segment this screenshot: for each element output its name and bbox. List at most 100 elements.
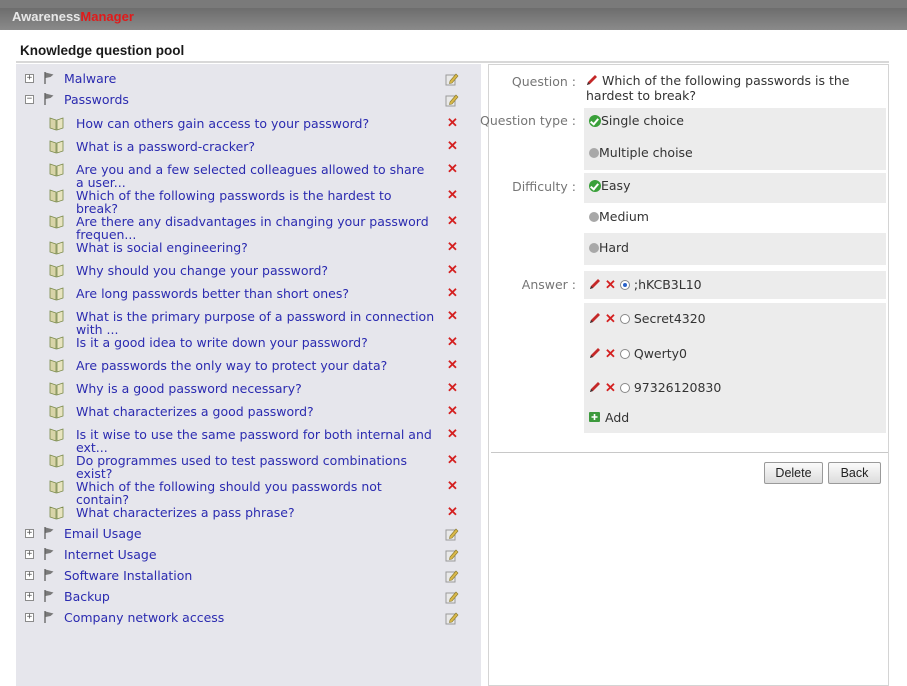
delete-question-icon[interactable]: ✕ bbox=[447, 262, 458, 278]
tree-question[interactable]: Which of the following passwords is the … bbox=[16, 185, 481, 215]
delete-question-icon[interactable]: ✕ bbox=[447, 138, 458, 154]
edit-category-icon[interactable] bbox=[445, 611, 459, 625]
question-text-field[interactable]: Which of the following passwords is the … bbox=[584, 69, 886, 106]
question-type-multiple-option[interactable]: Multiple choise bbox=[584, 138, 886, 170]
tree-question[interactable]: What is social engineering? ✕ bbox=[16, 237, 481, 260]
question-title[interactable]: What characterizes a pass phrase? bbox=[76, 506, 448, 519]
delete-question-icon[interactable]: ✕ bbox=[447, 380, 458, 396]
expand-toggle-icon[interactable]: + bbox=[25, 550, 34, 559]
edit-pencil-icon[interactable] bbox=[586, 74, 598, 86]
edit-category-icon[interactable] bbox=[445, 93, 459, 107]
question-text-line2: hardest to break? bbox=[586, 88, 697, 103]
category-label[interactable]: Email Usage bbox=[64, 527, 142, 540]
tree-question[interactable]: Are long passwords better than short one… bbox=[16, 283, 481, 306]
tree-question[interactable]: Is it wise to use the same password for … bbox=[16, 424, 481, 454]
tree-category[interactable]: + Malware bbox=[16, 68, 481, 89]
delete-answer-icon[interactable]: ✕ bbox=[605, 380, 616, 395]
edit-pencil-icon[interactable] bbox=[589, 312, 601, 324]
difficulty-hard-option[interactable]: Hard bbox=[584, 233, 886, 265]
question-title[interactable]: Are passwords the only way to protect yo… bbox=[76, 359, 448, 372]
tree-category[interactable]: + Email Usage bbox=[16, 523, 481, 544]
delete-question-icon[interactable]: ✕ bbox=[447, 239, 458, 255]
category-label[interactable]: Malware bbox=[64, 72, 116, 85]
tree-category[interactable]: − Passwords bbox=[16, 89, 481, 110]
back-button[interactable]: Back bbox=[828, 462, 881, 484]
difficulty-medium-option[interactable]: Medium bbox=[584, 203, 886, 233]
delete-question-icon[interactable]: ✕ bbox=[447, 403, 458, 419]
delete-question-icon[interactable]: ✕ bbox=[447, 187, 458, 203]
tree-question[interactable]: How can others gain access to your passw… bbox=[16, 113, 481, 136]
category-label[interactable]: Internet Usage bbox=[64, 548, 157, 561]
question-book-icon bbox=[49, 506, 64, 520]
question-title[interactable]: Why is a good password necessary? bbox=[76, 382, 448, 395]
difficulty-easy-option[interactable]: Easy bbox=[584, 173, 886, 203]
tree-question[interactable]: What characterizes a good password? ✕ bbox=[16, 401, 481, 424]
add-answer-button[interactable]: Add bbox=[584, 407, 886, 433]
tree-question[interactable]: What is the primary purpose of a passwor… bbox=[16, 306, 481, 336]
edit-pencil-icon[interactable] bbox=[589, 278, 601, 290]
tree-question[interactable]: What characterizes a pass phrase? ✕ bbox=[16, 502, 481, 525]
tree-question[interactable]: Do programmes used to test password comb… bbox=[16, 450, 481, 480]
delete-question-icon[interactable]: ✕ bbox=[447, 357, 458, 373]
delete-question-icon[interactable]: ✕ bbox=[447, 161, 458, 177]
answer-radio[interactable] bbox=[619, 280, 630, 290]
tree-category[interactable]: + Internet Usage bbox=[16, 544, 481, 565]
edit-category-icon[interactable] bbox=[445, 548, 459, 562]
edit-pencil-icon[interactable] bbox=[589, 347, 601, 359]
delete-question-icon[interactable]: ✕ bbox=[447, 426, 458, 442]
edit-category-icon[interactable] bbox=[445, 527, 459, 541]
tree-category[interactable]: + Company network access bbox=[16, 607, 481, 628]
category-label[interactable]: Company network access bbox=[64, 611, 224, 624]
question-book-icon bbox=[49, 287, 64, 301]
question-title[interactable]: Are long passwords better than short one… bbox=[76, 287, 448, 300]
delete-answer-icon[interactable]: ✕ bbox=[605, 277, 616, 292]
tree-question[interactable]: Which of the following should you passwo… bbox=[16, 476, 481, 506]
expand-toggle-icon[interactable]: + bbox=[25, 571, 34, 580]
expand-toggle-icon[interactable]: − bbox=[25, 95, 34, 104]
tree-question[interactable]: What is a password-cracker? ✕ bbox=[16, 136, 481, 159]
edit-category-icon[interactable] bbox=[445, 590, 459, 604]
expand-toggle-icon[interactable]: + bbox=[25, 529, 34, 538]
delete-question-icon[interactable]: ✕ bbox=[447, 504, 458, 520]
category-label[interactable]: Backup bbox=[64, 590, 110, 603]
tree-question[interactable]: Are you and a few selected colleagues al… bbox=[16, 159, 481, 189]
delete-button[interactable]: Delete bbox=[764, 462, 823, 484]
question-title[interactable]: What is a password-cracker? bbox=[76, 140, 448, 153]
edit-category-icon[interactable] bbox=[445, 569, 459, 583]
answer-radio[interactable] bbox=[619, 383, 630, 393]
delete-answer-icon[interactable]: ✕ bbox=[605, 346, 616, 361]
question-title[interactable]: How can others gain access to your passw… bbox=[76, 117, 448, 130]
expand-toggle-icon[interactable]: + bbox=[25, 592, 34, 601]
category-label[interactable]: Software Installation bbox=[64, 569, 192, 582]
tree-category[interactable]: + Backup bbox=[16, 586, 481, 607]
tree-question[interactable]: Are there any disadvantages in changing … bbox=[16, 211, 481, 241]
tree-question[interactable]: Are passwords the only way to protect yo… bbox=[16, 355, 481, 378]
delete-question-icon[interactable]: ✕ bbox=[447, 452, 458, 468]
answer-radio[interactable] bbox=[619, 349, 630, 359]
question-title[interactable]: Why should you change your password? bbox=[76, 264, 448, 277]
answer-radio[interactable] bbox=[619, 314, 630, 324]
delete-question-icon[interactable]: ✕ bbox=[447, 334, 458, 350]
category-label[interactable]: Passwords bbox=[64, 93, 129, 106]
delete-question-icon[interactable]: ✕ bbox=[447, 478, 458, 494]
expand-toggle-icon[interactable]: + bbox=[25, 613, 34, 622]
question-title[interactable]: What is social engineering? bbox=[76, 241, 448, 254]
expand-toggle-icon[interactable]: + bbox=[25, 74, 34, 83]
tree-question[interactable]: Is it a good idea to write down your pas… bbox=[16, 332, 481, 355]
delete-question-icon[interactable]: ✕ bbox=[447, 308, 458, 324]
question-title-line1: Are passwords the only way to protect yo… bbox=[76, 358, 388, 373]
delete-answer-icon[interactable]: ✕ bbox=[605, 311, 616, 326]
tree-category[interactable]: + Software Installation bbox=[16, 565, 481, 586]
delete-question-icon[interactable]: ✕ bbox=[447, 213, 458, 229]
question-book-icon bbox=[49, 454, 64, 468]
edit-pencil-icon[interactable] bbox=[589, 381, 601, 393]
question-title[interactable]: Is it a good idea to write down your pas… bbox=[76, 336, 448, 349]
delete-question-icon[interactable]: ✕ bbox=[447, 115, 458, 131]
tree-question[interactable]: Why should you change your password? ✕ bbox=[16, 260, 481, 283]
question-type-single-option[interactable]: Single choice bbox=[584, 108, 886, 138]
tree-question[interactable]: Why is a good password necessary? ✕ bbox=[16, 378, 481, 401]
edit-category-icon[interactable] bbox=[445, 72, 459, 86]
delete-question-icon[interactable]: ✕ bbox=[447, 285, 458, 301]
category-flag-icon bbox=[44, 548, 54, 560]
question-title[interactable]: What characterizes a good password? bbox=[76, 405, 448, 418]
